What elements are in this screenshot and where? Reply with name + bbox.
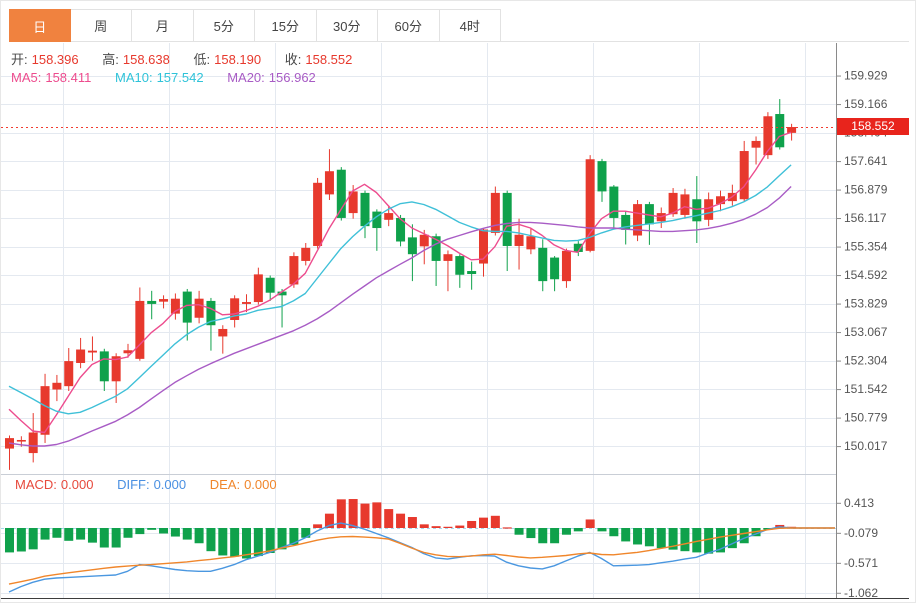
svg-text:152.304: 152.304 [844, 354, 888, 368]
svg-text:153.829: 153.829 [844, 297, 888, 311]
tab-timeframe-7[interactable]: 4时 [440, 9, 502, 41]
svg-text:156.117: 156.117 [844, 211, 887, 225]
tab-timeframe-5[interactable]: 30分 [317, 9, 379, 41]
svg-text:-1.062: -1.062 [844, 586, 878, 600]
svg-text:155.354: 155.354 [844, 240, 888, 254]
tab-timeframe-3[interactable]: 5分 [194, 9, 256, 41]
svg-text:159.166: 159.166 [844, 97, 888, 111]
svg-text:-0.571: -0.571 [844, 556, 878, 570]
tab-timeframe-6[interactable]: 60分 [378, 9, 440, 41]
tab-timeframe-4[interactable]: 15分 [255, 9, 317, 41]
tab-timeframe-1[interactable]: 周 [71, 9, 133, 41]
tab-timeframe-2[interactable]: 月 [132, 9, 194, 41]
price-chart[interactable]: 159.929159.166158.404157.641156.879156.1… [1, 43, 916, 474]
svg-text:153.067: 153.067 [844, 325, 888, 339]
svg-text:157.641: 157.641 [844, 154, 888, 168]
svg-text:-0.079: -0.079 [844, 526, 878, 540]
svg-text:150.779: 150.779 [844, 411, 888, 425]
svg-text:154.592: 154.592 [844, 268, 888, 282]
last-price-badge: 158.552 [837, 118, 909, 135]
stock-chart-widget: 日周月5分15分30分60分4时 159.929159.166158.40415… [0, 0, 916, 603]
macd-chart[interactable]: 0.413 -0.079 -0.571 -1.062 [1, 474, 916, 603]
svg-text:0.413: 0.413 [844, 496, 874, 510]
svg-text:150.017: 150.017 [844, 439, 888, 453]
svg-text:156.879: 156.879 [844, 183, 888, 197]
tab-timeframe-0[interactable]: 日 [9, 9, 71, 42]
svg-text:151.542: 151.542 [844, 382, 888, 396]
timeframe-tabs: 日周月5分15分30分60分4时 [9, 9, 909, 42]
svg-text:159.929: 159.929 [844, 69, 888, 83]
